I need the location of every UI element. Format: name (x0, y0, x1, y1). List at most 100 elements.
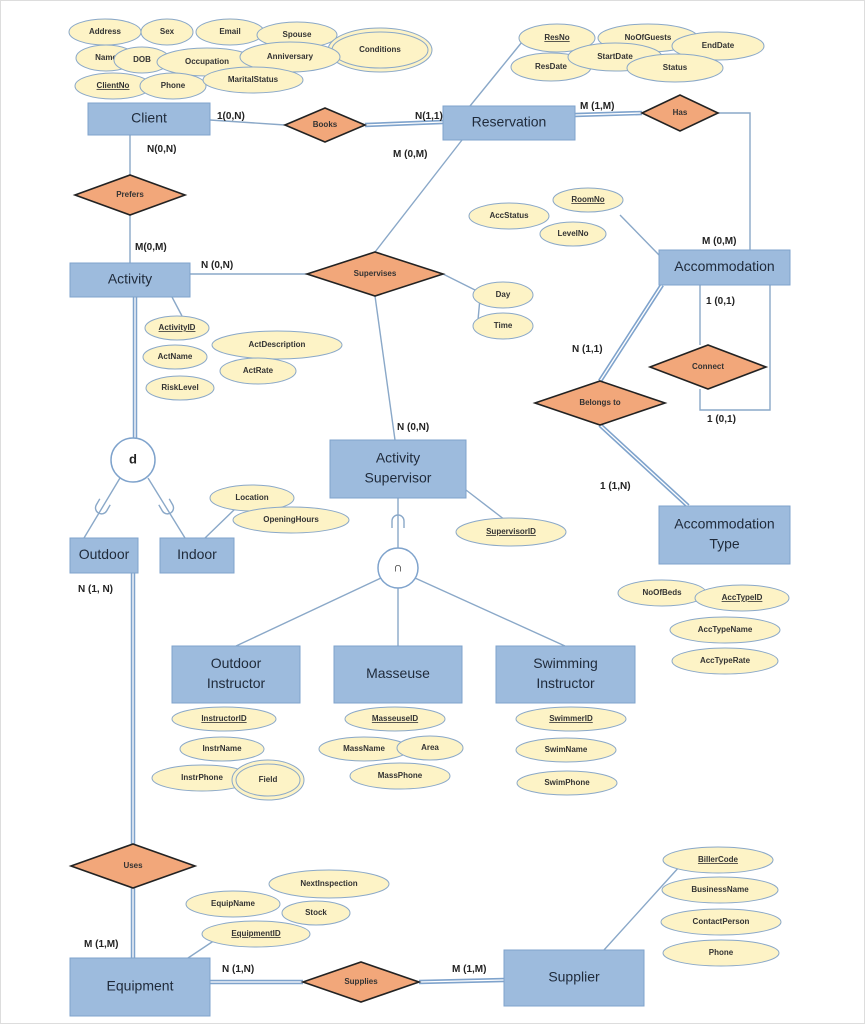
attribute-label: MaritalStatus (228, 75, 279, 84)
attribute-stock[interactable]: Stock (281, 900, 351, 926)
attribute-openinghours[interactable]: OpeningHours (232, 506, 350, 534)
cardinality-label: 1 (0,1) (707, 414, 736, 425)
attribute-swimmerid[interactable]: SwimmerID (515, 706, 627, 732)
attribute-label: BusinessName (691, 885, 749, 894)
relationship-label: Has (673, 108, 688, 117)
entity-indoor[interactable]: Indoor (159, 537, 235, 574)
attribute-label: SupervisorID (486, 527, 536, 536)
entity-masseuse[interactable]: Masseuse (333, 645, 463, 704)
attribute-roomno[interactable]: RoomNo (552, 187, 624, 213)
attribute-acctyperate[interactable]: AccTypeRate (671, 647, 779, 675)
attribute-risklevel[interactable]: RiskLevel (145, 375, 215, 401)
attribute-levelno[interactable]: LevelNo (539, 221, 607, 247)
attribute-supervisorid[interactable]: SupervisorID (455, 517, 567, 547)
attribute-actdescription[interactable]: ActDescription (211, 330, 343, 360)
attribute-activityid[interactable]: ActivityID (144, 315, 210, 341)
attribute-masseuseid[interactable]: MasseuseID (344, 706, 446, 732)
attribute-label: MassName (343, 744, 385, 753)
attribute-label: Sex (160, 27, 175, 36)
attribute-email[interactable]: Email (195, 18, 265, 46)
attribute-acctypename[interactable]: AccTypeName (669, 616, 781, 644)
attribute-label: EquipName (211, 899, 256, 908)
attribute-label: Anniversary (267, 52, 314, 61)
attribute-phone[interactable]: Phone (139, 72, 207, 100)
cardinality-label: M (1,M) (580, 101, 614, 112)
attribute-accstatus[interactable]: AccStatus (468, 202, 550, 230)
relationship-label: Uses (123, 861, 143, 870)
attribute-label: Conditions (359, 45, 401, 54)
attribute-sex[interactable]: Sex (140, 18, 194, 46)
attribute-instrname[interactable]: InstrName (179, 736, 265, 762)
attribute-nextinspection[interactable]: NextInspection (268, 869, 390, 899)
attribute-label: SwimPhone (544, 778, 590, 787)
attribute-label: Status (663, 63, 688, 72)
entity-accommodation-type[interactable]: Accommodation Type (658, 505, 791, 565)
attribute-noofbeds[interactable]: NoOfBeds (617, 579, 707, 607)
attribute-swimphone[interactable]: SwimPhone (516, 770, 618, 796)
attribute-label: Area (421, 743, 439, 752)
attribute-label: ContactPerson (693, 917, 750, 926)
attribute-label: SwimmerID (549, 714, 593, 723)
attribute-conditions[interactable]: Conditions (327, 27, 433, 73)
cardinality-label: M (1,M) (452, 964, 486, 975)
attribute-label: StartDate (597, 52, 633, 61)
attribute-massphone[interactable]: MassPhone (349, 762, 451, 790)
attribute-address[interactable]: Address (68, 18, 142, 46)
entity-outdoor[interactable]: Outdoor (69, 537, 139, 574)
attribute-label: MassPhone (378, 771, 423, 780)
entity-swimming-instructor[interactable]: Swimming Instructor (495, 645, 636, 704)
entity-label: Instructor (536, 675, 595, 691)
attribute-contactperson[interactable]: ContactPerson (660, 908, 782, 936)
entity-supplier[interactable]: Supplier (503, 949, 645, 1007)
entity-client[interactable]: Client (87, 102, 211, 136)
entity-label: Activity (376, 450, 420, 466)
cardinality-label: M (0,M) (702, 236, 736, 247)
attribute-instructorid[interactable]: InstructorID (171, 706, 277, 732)
attribute-equipname[interactable]: EquipName (185, 890, 281, 918)
entity-label: Accommodation (674, 516, 774, 532)
attribute-label: InstrName (202, 744, 242, 753)
entity-activity[interactable]: Activity (69, 262, 191, 298)
cardinality-label: 1 (1,N) (600, 481, 631, 492)
attribute-actname[interactable]: ActName (142, 344, 208, 370)
entity-label: Reservation (472, 114, 547, 130)
attribute-label: RiskLevel (161, 383, 198, 392)
attribute-label: ResDate (535, 62, 568, 71)
attribute-label: LevelNo (557, 229, 588, 238)
entity-label: Outdoor (211, 655, 262, 671)
entity-label: Indoor (177, 546, 217, 562)
attribute-maritalstatus[interactable]: MaritalStatus (202, 66, 304, 94)
relationship-label: Belongs to (579, 398, 620, 407)
attribute-label: Time (494, 321, 513, 330)
attribute-label: AccTypeID (722, 593, 763, 602)
attribute-phone[interactable]: Phone (662, 939, 780, 967)
cardinality-label: N(0,N) (147, 144, 176, 155)
attribute-label: Location (235, 493, 268, 502)
attribute-actrate[interactable]: ActRate (219, 357, 297, 385)
entity-equipment[interactable]: Equipment (69, 957, 211, 1017)
entity-reservation[interactable]: Reservation (442, 105, 576, 141)
cardinality-label: N (1,N) (222, 964, 254, 975)
attribute-billercode[interactable]: BillerCode (662, 846, 774, 874)
attribute-field[interactable]: Field (231, 759, 305, 801)
entity-label: Activity (108, 271, 152, 287)
attribute-businessname[interactable]: BusinessName (661, 876, 779, 904)
attribute-massname[interactable]: MassName (318, 736, 410, 762)
attribute-area[interactable]: Area (396, 735, 464, 761)
entity-activity-supervisor[interactable]: Activity Supervisor (329, 439, 467, 499)
attribute-label: NoOfBeds (642, 588, 682, 597)
relationship-label: Supervises (354, 269, 397, 278)
attribute-equipmentid[interactable]: EquipmentID (201, 920, 311, 948)
attribute-label: NoOfGuests (625, 33, 672, 42)
attribute-status[interactable]: Status (626, 53, 724, 83)
attribute-label: ResNo (544, 33, 569, 42)
attribute-time[interactable]: Time (472, 312, 534, 340)
attribute-swimname[interactable]: SwimName (515, 737, 617, 763)
attribute-label: AccTypeRate (700, 656, 751, 665)
entity-outdoor-instructor[interactable]: Outdoor Instructor (171, 645, 301, 704)
attribute-day[interactable]: Day (472, 281, 534, 309)
attribute-acctypeid[interactable]: AccTypeID (694, 584, 790, 612)
entity-label: Swimming (533, 655, 598, 671)
entity-label: Supervisor (365, 470, 432, 486)
entity-accommodation[interactable]: Accommodation (658, 249, 791, 286)
